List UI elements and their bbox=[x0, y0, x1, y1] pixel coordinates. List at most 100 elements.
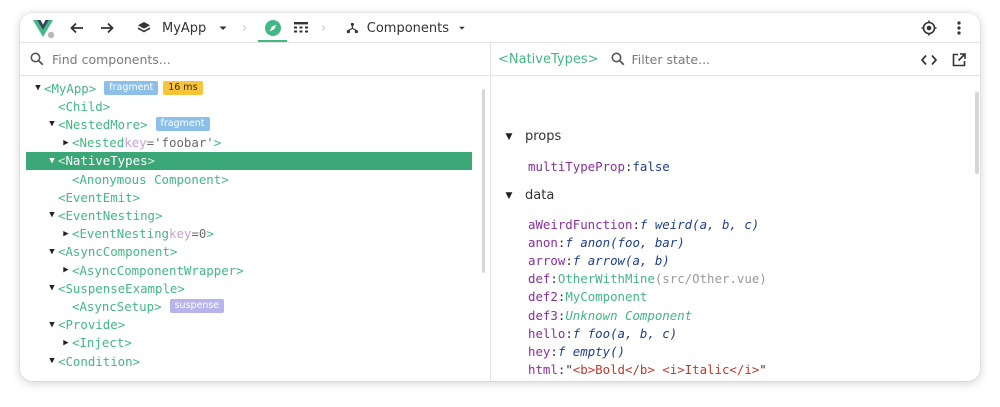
state-row[interactable]: multiTypeProp: false bbox=[528, 157, 670, 175]
tag-close-bracket: > bbox=[88, 80, 97, 96]
state-row[interactable]: def: OtherWithMine (src/Other.vue) bbox=[528, 270, 767, 288]
open-in-editor-icon[interactable] bbox=[949, 51, 969, 69]
state-value: " bbox=[565, 362, 573, 378]
tree-scrollbar[interactable] bbox=[482, 89, 485, 273]
expand-down-icon[interactable]: ▼ bbox=[46, 247, 58, 257]
expand-right-icon[interactable]: ▶ bbox=[60, 138, 72, 148]
state-key: hey bbox=[528, 343, 551, 359]
tree-node-row[interactable]: ▶ < Nested key ='foobar' > bbox=[60, 134, 221, 152]
state-row[interactable]: aWeirdFunction: f weird(a, b, c) bbox=[528, 215, 759, 233]
expand-right-icon[interactable]: ▶ bbox=[60, 265, 72, 275]
toolbar: MyApp › › Components bbox=[20, 13, 980, 43]
tree-node-row[interactable]: ▼ < EventNesting > bbox=[46, 206, 162, 224]
state-row[interactable]: anon: f anon(foo, bar) bbox=[528, 233, 685, 251]
timeline-icon[interactable] bbox=[289, 13, 313, 43]
expand-down-icon[interactable]: ▼ bbox=[46, 156, 58, 166]
tag-open-bracket: < bbox=[72, 335, 80, 351]
state-key: arrow bbox=[528, 252, 566, 268]
key-attr-value: =0 bbox=[191, 226, 207, 242]
component-name: AsyncSetup bbox=[79, 298, 155, 314]
forward-arrow-icon[interactable] bbox=[96, 13, 118, 43]
tag-open-bracket: < bbox=[58, 317, 66, 333]
component-name: EventEmit bbox=[65, 189, 133, 205]
data-section-header[interactable]: ▼ data bbox=[503, 188, 555, 203]
tree-node-row[interactable]: ▶ < EventNesting key =0 > bbox=[60, 225, 214, 243]
component-name: Anonymous Component bbox=[79, 171, 222, 187]
state-scrollbar[interactable] bbox=[975, 92, 979, 174]
state-row[interactable]: html: " <b>Bold</b> <i>Italic</i> " bbox=[528, 361, 767, 379]
fragment-badge: fragment bbox=[155, 117, 210, 132]
tree-node-row[interactable]: < AsyncSetup > suspense bbox=[60, 297, 225, 315]
state-value: f weird(a, b, c) bbox=[639, 216, 760, 232]
layers-icon bbox=[137, 22, 151, 33]
expand-down-icon[interactable]: ▼ bbox=[503, 191, 515, 201]
expand-down-icon[interactable]: ▼ bbox=[32, 83, 44, 93]
expand-down-icon[interactable]: ▼ bbox=[46, 320, 58, 330]
state-key: hello bbox=[528, 325, 566, 341]
find-components-bar bbox=[20, 43, 489, 76]
suspense-badge: suspense bbox=[169, 299, 225, 314]
tree-node-row[interactable]: ▶ < Inject > bbox=[60, 334, 132, 352]
tree-node-row[interactable]: ▼ < NativeTypes > bbox=[26, 151, 472, 170]
key-attr-name: key bbox=[124, 135, 147, 151]
components-label: Components bbox=[366, 20, 450, 36]
state-value: f empty() bbox=[557, 343, 625, 359]
expand-down-icon[interactable]: ▼ bbox=[46, 210, 58, 220]
tag-close-bracket: > bbox=[124, 335, 132, 351]
props-section-header[interactable]: ▼ props bbox=[503, 129, 562, 144]
state-row[interactable]: def2: MyComponent bbox=[528, 288, 647, 306]
state-value: OtherWithMine bbox=[557, 271, 655, 287]
tree-node-row[interactable]: ▼ < Provide > bbox=[46, 316, 125, 334]
state-colon: : bbox=[632, 216, 640, 232]
tree-node-row[interactable]: ▼ < MyApp > fragment 16 ms bbox=[32, 79, 203, 97]
code-icon[interactable] bbox=[919, 51, 939, 69]
tree-node-row[interactable]: < Child > bbox=[46, 97, 110, 115]
state-row[interactable]: html <b>key</b>: f html <b>key</b>(h, t,… bbox=[528, 379, 864, 381]
state-key: def bbox=[528, 271, 551, 287]
tree-node-row[interactable]: < Anonymous Component > bbox=[60, 170, 229, 188]
tree-node-row[interactable]: ▼ < AsyncComponent > bbox=[46, 243, 177, 261]
tag-open-bracket: < bbox=[58, 280, 66, 296]
state-key: def3 bbox=[528, 307, 558, 323]
expand-down-icon[interactable]: ▼ bbox=[503, 132, 515, 142]
find-components-input[interactable] bbox=[52, 51, 472, 67]
component-name: AsyncComponent bbox=[65, 244, 170, 260]
expand-down-icon[interactable]: ▼ bbox=[46, 283, 58, 293]
component-name: EventNesting bbox=[79, 226, 169, 242]
search-icon bbox=[611, 52, 624, 66]
expand-right-icon[interactable]: ▶ bbox=[60, 338, 72, 348]
tree-node-row[interactable]: ▼ < SuspenseExample > bbox=[46, 279, 185, 297]
tag-close-bracket: > bbox=[177, 280, 185, 296]
state-key: aWeirdFunction bbox=[528, 216, 633, 232]
more-menu-icon[interactable] bbox=[948, 13, 970, 43]
state-key: multiTypeProp bbox=[528, 158, 625, 174]
state-colon: : bbox=[557, 289, 566, 305]
key-attr-value: ='foobar' bbox=[146, 135, 214, 151]
state-key: def2 bbox=[528, 289, 558, 305]
state-row[interactable]: hello: f foo(a, b, c) bbox=[528, 324, 677, 342]
state-value: (src/Other.vue) bbox=[654, 271, 767, 287]
tag-close-bracket: > bbox=[102, 98, 111, 114]
tree-node-row[interactable]: < EventEmit > bbox=[46, 188, 140, 206]
state-value: f arrow(a, b) bbox=[572, 252, 670, 268]
component-name: Child bbox=[65, 98, 103, 114]
tree-node-row[interactable]: ▼ < NestedMore > fragment bbox=[46, 115, 210, 133]
app-selector[interactable]: MyApp bbox=[136, 13, 256, 43]
tree-node-row[interactable]: ▶ < AsyncComponentWrapper > bbox=[60, 261, 243, 279]
compass-icon[interactable] bbox=[258, 13, 287, 43]
components-selector[interactable]: Components bbox=[346, 13, 466, 43]
expand-down-icon[interactable]: ▼ bbox=[46, 119, 58, 129]
fragment-badge: fragment bbox=[104, 81, 159, 96]
tag-open-bracket: < bbox=[72, 298, 80, 314]
expand-down-icon[interactable]: ▼ bbox=[46, 356, 58, 366]
state-row[interactable]: def3: Unknown Component bbox=[528, 306, 692, 324]
locate-icon[interactable] bbox=[918, 13, 940, 43]
back-arrow-icon[interactable] bbox=[66, 13, 88, 43]
component-tree-pane: ▼<MyApp>fragment16 ms<Child>▼<NestedMore… bbox=[20, 43, 489, 381]
tree-node-row[interactable]: ▼ < Condition > bbox=[46, 352, 140, 370]
state-row[interactable]: hey: f empty() bbox=[528, 342, 625, 360]
expand-right-icon[interactable]: ▶ bbox=[60, 229, 72, 239]
tag-open-bracket: < bbox=[58, 98, 66, 114]
filter-state-input[interactable] bbox=[631, 51, 902, 67]
state-row[interactable]: arrow: f arrow(a, b) bbox=[528, 251, 670, 269]
